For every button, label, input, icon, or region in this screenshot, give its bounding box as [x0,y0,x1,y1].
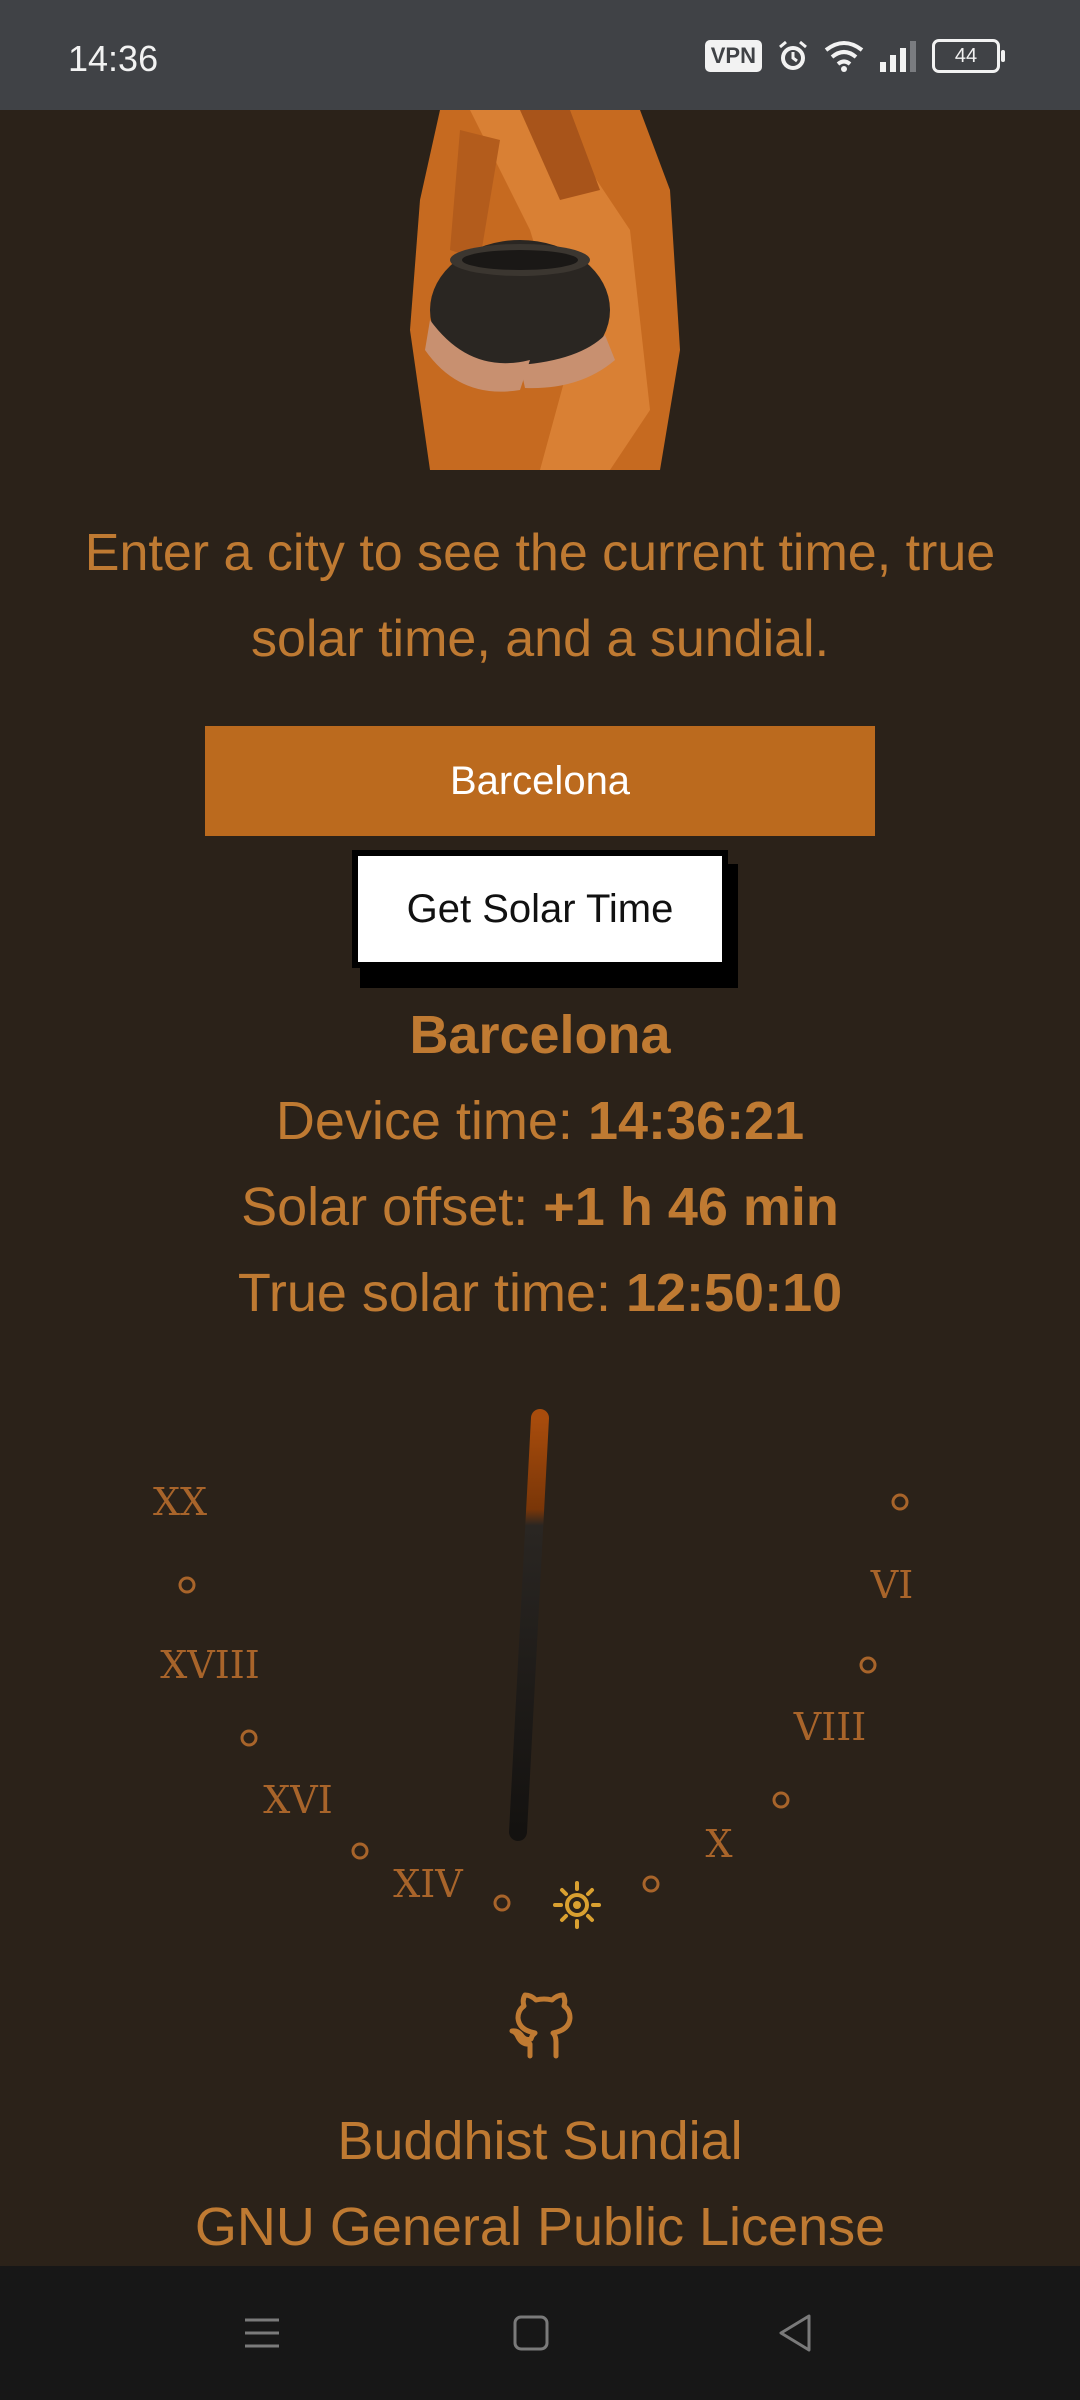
hour-label-vi: VI [870,1563,913,1607]
get-solar-time-button[interactable]: Get Solar Time [352,850,728,968]
hour-marker [493,1894,511,1912]
hour-marker [351,1842,369,1860]
monk-illustration [410,110,680,470]
solar-offset-line: Solar offset: +1 h 46 min [0,1176,1080,1238]
hour-marker [240,1729,258,1747]
menu-icon[interactable] [237,2308,287,2358]
hour-marker [642,1875,660,1893]
footer-license[interactable]: GNU General Public License [0,2196,1080,2258]
alarm-icon [779,40,807,70]
status-time: 14:36 [68,38,159,79]
wifi-icon [824,41,864,72]
hour-markers [178,1493,909,1912]
github-icon[interactable] [504,1990,576,2062]
vpn-icon: VPN [704,40,762,72]
battery-level: 44 [954,44,978,67]
home-icon[interactable] [506,2308,556,2358]
hour-marker [772,1791,790,1809]
hour-label-xviii: XVIII [160,1643,260,1687]
status-bar: 14:36 VPN 44 [0,0,1080,110]
hour-marker [859,1656,877,1674]
signal-icon [880,41,916,72]
city-input[interactable] [205,726,875,836]
back-icon[interactable] [771,2308,821,2358]
true-solar-time-line: True solar time: 12:50:10 [0,1262,1080,1324]
solar-offset-label: Solar offset: [241,1177,544,1237]
footer-title[interactable]: Buddhist Sundial [0,2110,1080,2172]
sun-icon [553,1881,601,1929]
navigation-bar [0,2266,1080,2400]
status-icons: VPN 44 [704,36,1005,76]
device-time-label: Device time: [275,1091,588,1151]
hour-label-viii: VIII [793,1705,866,1749]
sundial: XX XVIII XVI XIV X VIII VI [153,1409,913,1929]
hour-marker [178,1576,196,1594]
solar-offset-value: +1 h 46 min [543,1177,839,1237]
battery-icon: 44 [932,39,1005,73]
true-solar-time-value: 12:50:10 [625,1263,843,1323]
hour-label-xx: XX [153,1480,207,1524]
hour-label-xiv: XIV [393,1862,463,1906]
intro-text: Enter a city to see the current time, tr… [84,524,996,668]
hour-label-xvi: XVI [263,1778,333,1822]
result-city: Barcelona [409,1005,671,1065]
hour-label-x: X [705,1822,732,1866]
hour-marker [891,1493,909,1511]
true-solar-time-label: True solar time: [237,1263,626,1323]
device-time-line: Device time: 14:36:21 [0,1090,1080,1152]
sundial-gnomon [509,1409,549,1841]
device-time-value: 14:36:21 [587,1091,805,1151]
